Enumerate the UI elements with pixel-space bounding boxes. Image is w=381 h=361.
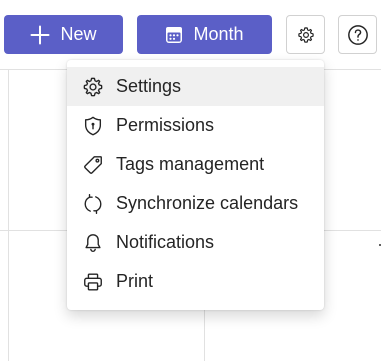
new-button[interactable]: New xyxy=(4,15,123,54)
menu-item-label: Permissions xyxy=(116,115,215,135)
month-view-button[interactable]: Month xyxy=(137,15,272,54)
printer-icon xyxy=(82,271,104,293)
calendar-icon xyxy=(165,26,183,44)
grid-line xyxy=(204,310,205,361)
menu-item-label: Notifications xyxy=(116,232,215,252)
bell-icon xyxy=(82,232,104,254)
gear-icon xyxy=(82,76,104,98)
settings-button[interactable] xyxy=(286,15,325,54)
gear-icon xyxy=(297,26,315,44)
grid-line xyxy=(8,69,9,361)
menu-item-label: Print xyxy=(116,271,154,291)
help-button[interactable] xyxy=(338,15,377,54)
menu-item-permissions[interactable]: Permissions xyxy=(67,106,324,145)
shield-icon xyxy=(82,115,104,137)
tag-icon xyxy=(82,154,104,176)
menu-item-print[interactable]: Print xyxy=(67,262,324,301)
help-circle-icon xyxy=(347,24,369,46)
menu-item-settings[interactable]: Settings xyxy=(67,67,324,106)
menu-item-notifications[interactable]: Notifications xyxy=(67,223,324,262)
settings-menu: Settings Permissions Tags management Syn… xyxy=(67,60,324,310)
menu-item-label: Tags management xyxy=(116,154,265,174)
month-button-label: Month xyxy=(193,24,244,44)
menu-item-tags-management[interactable]: Tags management xyxy=(67,145,324,184)
plus-icon xyxy=(30,25,50,45)
menu-item-synchronize-calendars[interactable]: Synchronize calendars xyxy=(67,184,324,223)
menu-item-label: Synchronize calendars xyxy=(116,193,299,213)
menu-item-label: Settings xyxy=(116,76,182,96)
sync-icon xyxy=(82,193,104,215)
new-button-label: New xyxy=(60,24,97,44)
